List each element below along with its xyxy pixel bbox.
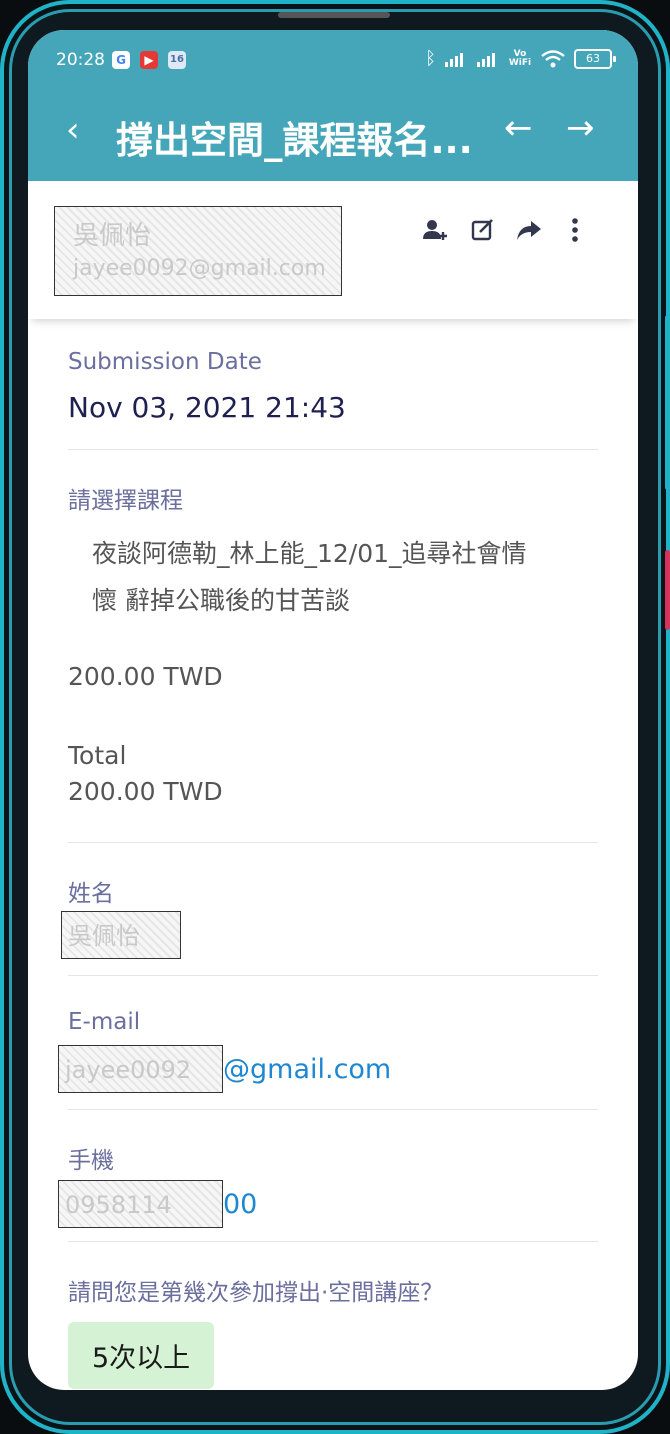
divider [68, 449, 598, 450]
submitter-info-redacted: 吳佩怡 jayee0092@gmail.com [54, 206, 342, 296]
phone-label: 手機 [68, 1148, 114, 1174]
battery-icon: 63 [574, 48, 616, 69]
phone-value[interactable]: 0958114 00 [58, 1179, 257, 1229]
side-button [665, 315, 670, 490]
add-person-icon[interactable] [420, 215, 450, 245]
total-value: 200.00 TWD [68, 777, 223, 806]
previous-submission-button[interactable]: ← [504, 108, 533, 148]
email-value[interactable]: jayee0092 @gmail.com [58, 1044, 391, 1094]
youtube-icon: ▶ [140, 51, 158, 69]
divider [68, 1109, 598, 1110]
signal-icon [477, 52, 495, 67]
submitter-name-redacted: 吳佩怡 [73, 221, 152, 251]
status-right-icons: ᛒ Vo WiFi 63 [425, 48, 616, 69]
phone-frame: 20:28 G ▶ 16 ᛒ Vo WiFi 63 ‹ 撐出空間_課程報名...… [0, 0, 670, 1434]
course-label: 請選擇課程 [68, 488, 183, 514]
email-value-visible[interactable]: @gmail.com [223, 1054, 391, 1085]
attendance-answer-badge: 5次以上 [68, 1322, 215, 1389]
course-line-1: 夜談阿德勒_林上能_12/01_追尋社會情 [92, 539, 527, 568]
next-submission-button[interactable]: → [566, 108, 595, 148]
google-icon: G [112, 51, 130, 69]
bluetooth-icon: ᛒ [425, 48, 436, 69]
top-bar: 20:28 G ▶ 16 ᛒ Vo WiFi 63 ‹ 撐出空間_課程報名...… [28, 30, 638, 181]
divider [68, 1241, 598, 1242]
email-label: E-mail [68, 1009, 141, 1035]
page-title: 撐出空間_課程報名... [116, 119, 473, 162]
back-button[interactable]: ‹ [66, 110, 80, 150]
phone-value-redacted: 0958114 [58, 1180, 223, 1228]
speaker-grille [278, 12, 390, 18]
share-icon[interactable] [514, 215, 544, 245]
name-value-redacted: 吳佩怡 [61, 911, 181, 959]
signal-icon [445, 52, 463, 67]
attendance-question: 請問您是第幾次參加撐出·空間講座？ [68, 1280, 444, 1306]
submitter-header: 吳佩怡 jayee0092@gmail.com [28, 181, 638, 319]
status-time: 20:28 [56, 50, 105, 70]
more-vert-icon[interactable] [560, 215, 590, 245]
course-price: 200.00 TWD [68, 662, 223, 691]
calendar-16-icon: 16 [168, 51, 186, 69]
status-bar: 20:28 G ▶ 16 ᛒ Vo WiFi 63 [28, 30, 638, 90]
submitter-email-redacted: jayee0092@gmail.com [73, 256, 326, 281]
divider [68, 842, 598, 843]
name-label: 姓名 [68, 881, 114, 907]
phone-value-visible[interactable]: 00 [223, 1189, 257, 1220]
submission-date-label: Submission Date [68, 349, 262, 375]
submission-date-value: Nov 03, 2021 21:43 [68, 391, 346, 424]
course-line-2: 懷 辭掉公職後的甘苦談 [92, 586, 350, 615]
power-button [665, 550, 670, 630]
edit-icon[interactable] [468, 215, 498, 245]
app-bar: ‹ 撐出空間_課程報名... ← → [28, 100, 638, 170]
divider [68, 975, 598, 976]
vowifi-icon: Vo WiFi [508, 48, 532, 68]
email-value-redacted: jayee0092 [58, 1045, 223, 1093]
screen: 20:28 G ▶ 16 ᛒ Vo WiFi 63 ‹ 撐出空間_課程報名...… [28, 30, 638, 1390]
total-label: Total [68, 741, 127, 770]
wifi-icon [541, 49, 565, 67]
